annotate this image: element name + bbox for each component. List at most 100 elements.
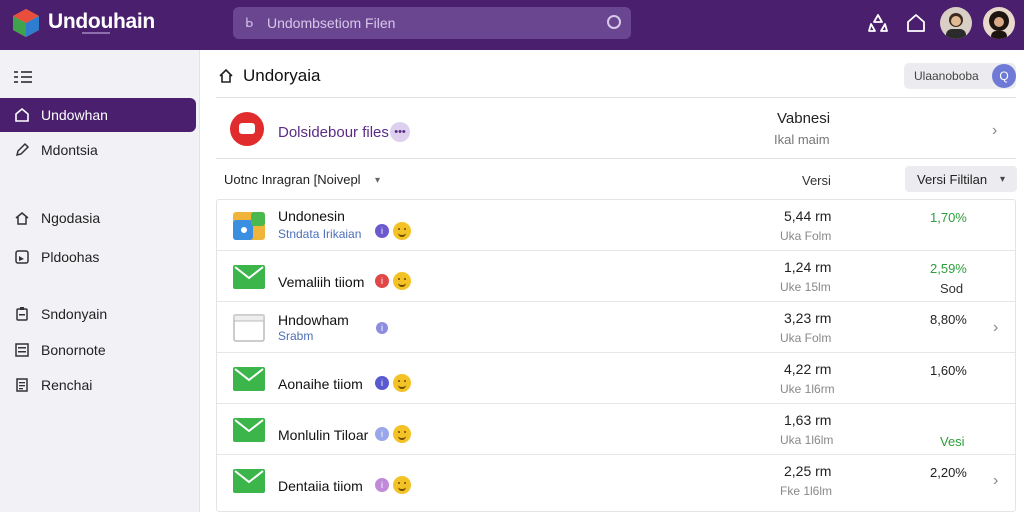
sidebar-item-bonornote[interactable]: Bonornote <box>0 333 196 367</box>
app-icon <box>233 212 265 240</box>
row-name: Undonesin <box>278 208 345 224</box>
emoji-icon <box>393 425 411 443</box>
card-value: Vabnesi <box>777 110 831 127</box>
mail-icon <box>233 367 265 391</box>
row-percent: 1,70% <box>930 210 967 225</box>
sidebar-item-label: Undowhan <box>41 107 108 123</box>
table-row[interactable]: Undonesin Stndata Irikaian i 5,44 rm Uka… <box>217 200 1015 251</box>
row-percent-sub: Vesi <box>940 434 965 449</box>
row-size: 4,22 rm <box>784 361 832 377</box>
row-size: 2,25 rm <box>784 463 832 479</box>
emoji-icon <box>393 374 411 392</box>
file-icon <box>233 314 265 342</box>
card-title: Dolsidebour files <box>278 124 389 141</box>
files-summary-card[interactable]: Dolsidebour files ••• Vabnesi Ikal maim … <box>216 100 1016 158</box>
photo-icon <box>15 250 29 264</box>
sidebar-item-renchai[interactable]: Renchai <box>0 368 196 402</box>
row-name: Vemaliih tiiom <box>278 274 365 290</box>
divider <box>216 97 1016 98</box>
row-size-sub: Uke 1l6rm <box>780 382 835 396</box>
app-title: Undouhain <box>48 10 155 33</box>
row-percent-sub: Sod <box>940 281 964 296</box>
table-row[interactable]: Vemaliih tiiom i 1,24 rm Uke 15lm 2,59% … <box>217 251 1015 302</box>
file-table: Undonesin Stndata Irikaian i 5,44 rm Uka… <box>216 199 1016 512</box>
mail-icon <box>233 265 265 289</box>
chevron-right-icon[interactable]: › <box>992 122 1006 139</box>
chevron-right-icon[interactable]: › <box>993 472 998 490</box>
row-percent: 2,20% <box>930 465 967 480</box>
sidebar-item-label: Pldoohas <box>41 249 100 265</box>
avatar[interactable] <box>983 7 1015 39</box>
home-icon <box>15 107 29 122</box>
emoji-icon <box>393 476 411 494</box>
sidebar-item-pldoohas[interactable]: Pldoohas <box>0 240 196 274</box>
avatar[interactable] <box>940 7 972 39</box>
row-name: Aonaihe tiiom <box>278 376 363 392</box>
table-row[interactable]: Hndowham Srabm i 3,23 rm Uka Folm 8,80% … <box>217 302 1015 353</box>
pencil-icon <box>15 142 30 157</box>
info-icon[interactable]: i <box>375 224 389 238</box>
sidebar-item-ngodasia[interactable]: Ngodasia <box>0 201 196 235</box>
row-subtitle[interactable]: Stndata Irikaian <box>278 227 361 241</box>
clipboard-icon <box>16 307 28 321</box>
top-bar: Undouhain ᖯ Undombsetiom Filen <box>0 0 1024 50</box>
search-clear-icon[interactable] <box>607 15 621 29</box>
chevron-down-icon[interactable]: ▾ <box>375 175 380 186</box>
sidebar-item-label: Ngodasia <box>41 210 101 226</box>
row-size-sub: Fke 1l6lm <box>780 484 833 498</box>
chevron-right-icon[interactable]: › <box>993 319 998 337</box>
row-percent: 8,80% <box>930 312 967 327</box>
emoji-icon <box>393 272 411 290</box>
header-action-badge: Q <box>992 64 1016 88</box>
row-subtitle[interactable]: Srabm <box>278 329 313 343</box>
sidebar-item-label: Bonornote <box>41 342 106 358</box>
row-size-sub: Uka Folm <box>780 331 832 345</box>
header-action-label: Ulaanoboba <box>914 69 979 83</box>
chevron-down-icon: ▾ <box>999 174 1005 185</box>
row-name: Dentaiia tiiom <box>278 478 363 494</box>
search-icon: ᖯ <box>245 15 254 30</box>
sidebar: Undowhan Mdontsia Ngodasia Pldoohas Sndo… <box>0 50 200 512</box>
mail-icon <box>233 469 265 493</box>
info-icon[interactable]: i <box>375 478 389 492</box>
sidebar-item-label: Mdontsia <box>41 142 98 158</box>
info-icon[interactable]: i <box>375 274 389 288</box>
document-icon <box>16 378 28 392</box>
house-icon <box>15 212 29 225</box>
folder-badge-icon <box>230 112 264 146</box>
info-icon[interactable]: i <box>375 376 389 390</box>
row-size: 1,63 rm <box>784 412 832 428</box>
search-input[interactable]: Undombsetiom Filen <box>267 15 395 31</box>
sidebar-item-label: Sndonyain <box>41 306 108 322</box>
card-subvalue: Ikal maim <box>774 132 830 147</box>
column-header-versi[interactable]: Versi <box>802 173 831 188</box>
menu-icon[interactable] <box>14 70 32 84</box>
recycle-icon[interactable] <box>867 12 889 34</box>
emoji-icon <box>393 222 411 240</box>
sidebar-item-label: Renchai <box>41 377 93 393</box>
info-icon[interactable]: i <box>375 427 389 441</box>
home-icon[interactable] <box>218 68 234 84</box>
row-percent: 1,60% <box>930 363 967 378</box>
mail-icon <box>233 418 265 442</box>
app-logo-icon[interactable] <box>12 8 40 38</box>
group-filter-dropdown[interactable]: Uotnc Inragran [Noivepl <box>224 172 361 187</box>
sidebar-item-mdontsia[interactable]: Mdontsia <box>0 133 196 167</box>
table-row[interactable]: Aonaihe tiiom i 4,22 rm Uke 1l6rm 1,60% <box>217 353 1015 404</box>
home-outline-icon[interactable] <box>905 12 927 34</box>
version-filter-button[interactable]: Versi Filtilan ▾ <box>905 166 1017 192</box>
page-title: Undoryaia <box>243 66 321 85</box>
row-name: Hndowham <box>278 312 349 328</box>
sidebar-item-undowhan[interactable]: Undowhan <box>0 98 196 132</box>
header-action-button[interactable]: Ulaanoboba Q <box>904 63 1016 89</box>
info-icon[interactable]: i <box>376 322 388 334</box>
row-size-sub: Uke 15lm <box>780 280 831 294</box>
sidebar-item-sndonyain[interactable]: Sndonyain <box>0 297 196 331</box>
more-badge[interactable]: ••• <box>390 122 410 142</box>
table-row[interactable]: Monlulin Tiloar i 1,63 rm Uka 1l6lm Vesi <box>217 404 1015 455</box>
table-row[interactable]: Dentaiia tiiom i 2,25 rm Fke 1l6lm 2,20%… <box>217 455 1015 506</box>
app-title-underline <box>82 32 110 34</box>
search-bar[interactable]: ᖯ Undombsetiom Filen <box>233 7 631 39</box>
row-size: 3,23 rm <box>784 310 832 326</box>
filter-button-label: Versi Filtilan <box>917 172 988 187</box>
